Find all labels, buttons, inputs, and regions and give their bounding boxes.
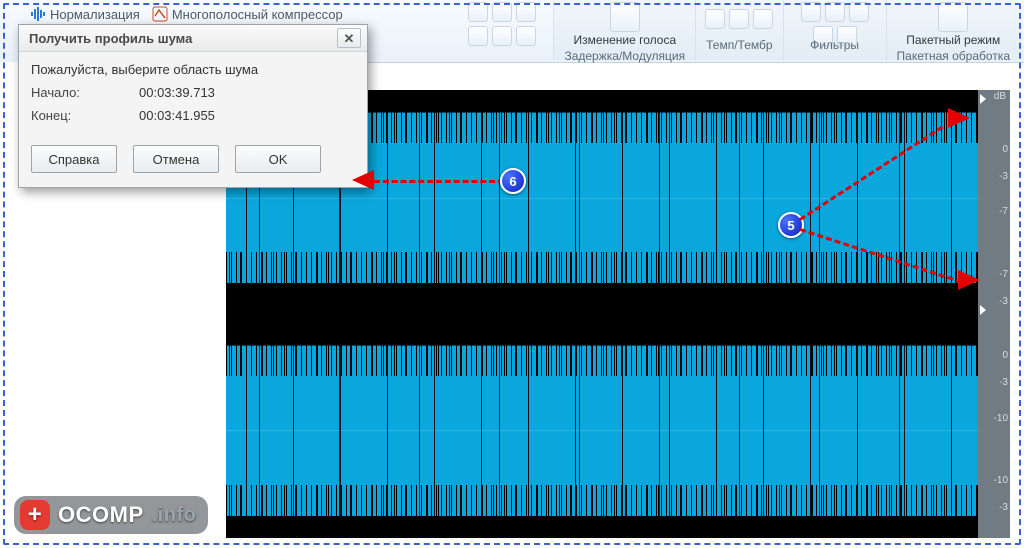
fx-icon-5[interactable] — [492, 26, 512, 46]
annotation-arrow-6-head-icon — [352, 170, 374, 190]
db-tick: 0 — [1002, 144, 1008, 155]
fx-icon-1[interactable] — [468, 2, 488, 22]
end-label: Конец: — [31, 108, 139, 123]
compressor-icon — [152, 6, 168, 22]
db-ruler: dB 0 -3 -7 -7 -3 0 -3 -10 -10 -3 — [978, 90, 1010, 538]
ribbon-item-label: Нормализация — [50, 7, 140, 22]
watermark-brand: OCOMP — [58, 502, 144, 528]
ok-button-label: OK — [269, 152, 288, 167]
filter-icon-1[interactable] — [801, 2, 821, 22]
fx-icon-6[interactable] — [516, 26, 536, 46]
ribbon-block-misc1 — [451, 0, 553, 60]
dialog-button-row: Справка Отмена OK — [19, 135, 367, 187]
noise-profile-dialog: Получить профиль шума ✕ Пожалуйста, выбе… — [18, 24, 368, 188]
help-button[interactable]: Справка — [31, 145, 117, 173]
db-tick: 0 — [1002, 350, 1008, 361]
db-tick: -3 — [999, 502, 1008, 513]
db-tick: -3 — [999, 377, 1008, 388]
db-tick: -7 — [999, 269, 1008, 280]
app-root: Нормализация Многополосный компрессор — [0, 0, 1024, 548]
end-value: 00:03:41.955 — [139, 108, 215, 123]
db-marker-mid-icon[interactable] — [980, 305, 986, 315]
annotation-badge-5-text: 5 — [787, 218, 794, 233]
ribbon-block-voice: Изменение голоса Задержка/Модуляция — [553, 0, 695, 60]
group-batch: Пакетная обработка — [893, 49, 1014, 63]
ribbon-item-multiband-compressor[interactable]: Многополосный компрессор — [152, 6, 343, 22]
group-tempo-timbre: Темп/Тембр — [702, 38, 776, 52]
ribbon-item-label: Многополосный компрессор — [172, 7, 343, 22]
ribbon-block-tempo: Темп/Тембр — [695, 0, 782, 60]
waveform-midline — [226, 430, 978, 431]
annotation-arrow-5a-head-icon — [948, 108, 970, 128]
batch-mode-button[interactable]: Пакетный режим — [906, 2, 1000, 47]
ribbon-block-batch: Пакетный режим Пакетная обработка — [886, 0, 1020, 60]
help-button-label: Справка — [49, 152, 100, 167]
dialog-title-text: Получить профиль шума — [29, 31, 192, 46]
group-filters: Фильтры — [806, 38, 863, 52]
watermark-plus-icon: + — [20, 500, 50, 530]
fx-icon-2[interactable] — [492, 2, 512, 22]
ribbon-block-filters: Фильтры — [783, 0, 886, 60]
tempo-icon-1[interactable] — [705, 9, 725, 29]
voice-change-label: Изменение голоса — [573, 34, 676, 47]
tempo-icon-3[interactable] — [753, 9, 773, 29]
watermark-suffix: .info — [152, 504, 197, 527]
voice-change-button[interactable]: Изменение голоса — [573, 2, 676, 47]
db-ruler-header: dB — [994, 91, 1006, 102]
ribbon-item-normalize[interactable]: Нормализация — [30, 6, 140, 22]
db-tick: -10 — [994, 413, 1008, 424]
cancel-button-label: Отмена — [153, 152, 200, 167]
fx-icon-4[interactable] — [468, 26, 488, 46]
start-label: Начало: — [31, 85, 139, 100]
annotation-arrow-5b-head-icon — [958, 270, 980, 290]
start-value: 00:03:39.713 — [139, 85, 215, 100]
annotation-arrow-6-line — [374, 180, 504, 183]
db-tick: -3 — [999, 296, 1008, 307]
normalize-icon — [30, 6, 46, 22]
annotation-badge-5: 5 — [778, 212, 804, 238]
filter-icon-3[interactable] — [849, 2, 869, 22]
db-marker-top-icon[interactable] — [980, 94, 986, 104]
annotation-badge-6-text: 6 — [509, 174, 516, 189]
batch-icon — [938, 2, 968, 32]
dialog-body: Пожалуйста, выберите область шума Начало… — [19, 52, 367, 135]
cancel-button[interactable]: Отмена — [133, 145, 219, 173]
waveform-channel-right[interactable] — [226, 323, 978, 538]
db-tick: -10 — [994, 475, 1008, 486]
ribbon-right-blocks: Изменение голоса Задержка/Модуляция Темп… — [451, 0, 1020, 60]
batch-mode-label: Пакетный режим — [906, 34, 1000, 47]
voice-icon — [610, 2, 640, 32]
group-delay-modulation: Задержка/Модуляция — [560, 49, 689, 63]
annotation-badge-6: 6 — [500, 168, 526, 194]
watermark: + OCOMP .info — [14, 496, 208, 534]
db-tick: -7 — [999, 206, 1008, 217]
waveform-midline — [226, 198, 978, 199]
db-tick: -3 — [999, 171, 1008, 182]
tempo-icon-2[interactable] — [729, 9, 749, 29]
dialog-instruction: Пожалуйста, выберите область шума — [31, 62, 355, 77]
ok-button[interactable]: OK — [235, 145, 321, 173]
dialog-titlebar[interactable]: Получить профиль шума ✕ — [19, 25, 367, 52]
filter-icon-2[interactable] — [825, 2, 845, 22]
fx-icon-3[interactable] — [516, 2, 536, 22]
close-icon: ✕ — [344, 32, 355, 45]
dialog-close-button[interactable]: ✕ — [337, 28, 361, 48]
